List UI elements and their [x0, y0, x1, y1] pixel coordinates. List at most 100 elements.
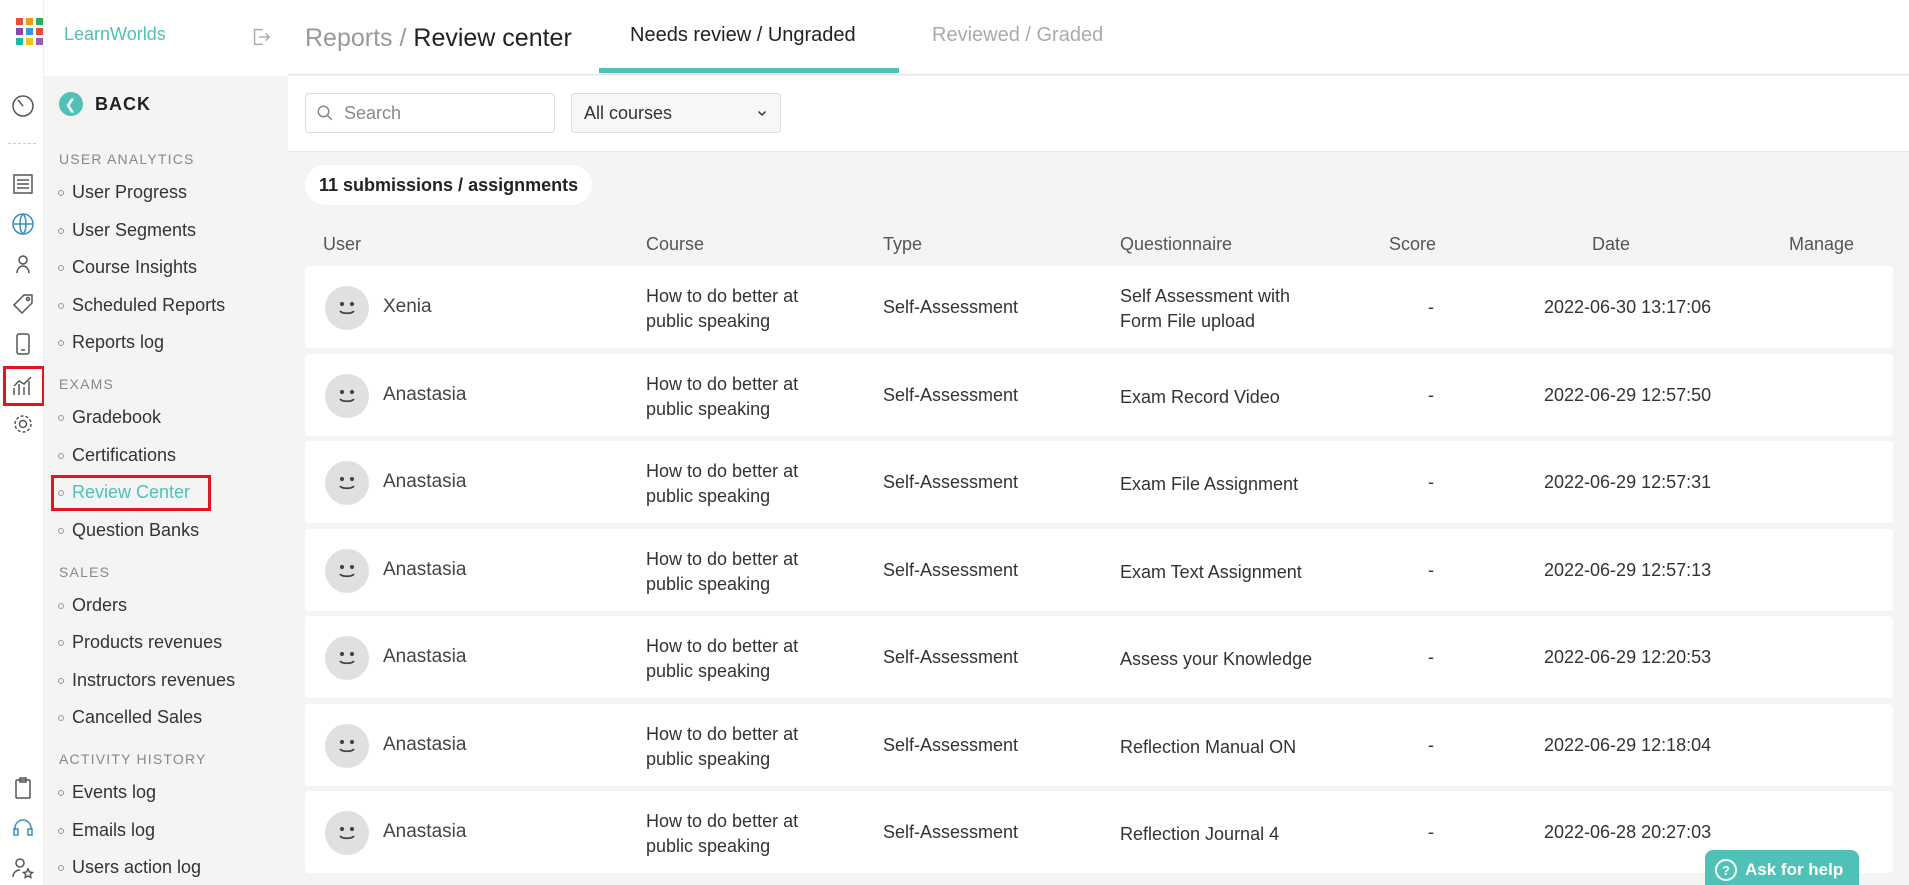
- section-user-analytics: USER ANALYTICS: [59, 151, 195, 167]
- chevron-down-icon: [757, 110, 767, 117]
- section-activity-history: ACTIVITY HISTORY: [59, 751, 207, 767]
- col-manage: Manage: [1789, 234, 1855, 254]
- bullet-icon: [58, 602, 64, 609]
- menu-item-label: Orders: [72, 595, 128, 615]
- questionnaire-name: Reflection Manual ON: [1120, 735, 1340, 760]
- menu-item-cancelled-sales[interactable]: Cancelled Sales: [58, 707, 202, 728]
- questionnaire-line-1: Reflection Journal 4: [1120, 824, 1280, 844]
- assessment-type: Self-Assessment: [883, 472, 1019, 492]
- table-row[interactable]: Anastasia How to do better at public speak…: [305, 354, 1893, 436]
- collapse-menu-icon[interactable]: [250, 26, 272, 53]
- search-box: [305, 93, 555, 133]
- clipboard-icon[interactable]: [11, 776, 35, 800]
- table-header: User Course Type Questionnaire Score Dat…: [305, 230, 1893, 260]
- page-title: Review center: [413, 24, 572, 52]
- table-row[interactable]: Anastasia How to do better at public speak…: [305, 529, 1893, 611]
- course-line-2: public speaking: [646, 574, 771, 594]
- assessment-type: Self-Assessment: [883, 297, 1019, 317]
- user-name[interactable]: Xenia: [383, 296, 432, 318]
- search-input[interactable]: [344, 102, 534, 124]
- table-row[interactable]: Anastasia How to do better at public speak…: [305, 616, 1893, 698]
- course-line-1: How to do better at: [646, 549, 799, 569]
- website-icon[interactable]: [11, 212, 35, 236]
- ask-for-help-button[interactable]: ? Ask for help: [1705, 850, 1859, 885]
- menu-item-instructors-revenues[interactable]: Instructors revenues: [58, 670, 235, 691]
- marketing-icon[interactable]: [11, 292, 35, 316]
- menu-item-events-log[interactable]: Events log: [58, 782, 156, 803]
- questionnaire-name: Assess your Knowledge: [1120, 647, 1340, 672]
- menu-item-label: Events log: [72, 782, 157, 802]
- questionnaire-name: Reflection Journal 4: [1120, 822, 1340, 847]
- breadcrumb-parent[interactable]: Reports /: [305, 24, 406, 52]
- menu-item-emails-log[interactable]: Emails log: [58, 820, 155, 841]
- course-line-1: How to do better at: [646, 724, 799, 744]
- table-row[interactable]: Anastasia How to do better at public speak…: [305, 791, 1893, 873]
- mobile-icon[interactable]: [11, 332, 35, 356]
- menu-item-orders[interactable]: Orders: [58, 595, 127, 616]
- questionnaire-line-1: Exam Text Assignment: [1120, 562, 1302, 582]
- user-name[interactable]: Anastasia: [383, 471, 466, 493]
- col-score: Score: [1389, 234, 1437, 254]
- col-type: Type: [883, 234, 923, 254]
- smiley-avatar-icon: [339, 651, 355, 665]
- table-row[interactable]: Anastasia How to do better at public speak…: [305, 704, 1893, 786]
- menu-item-users-action-log[interactable]: Users action log: [58, 857, 201, 878]
- menu-item-question-banks[interactable]: Question Banks: [58, 520, 199, 541]
- learnworlds-logo-icon[interactable]: [16, 18, 44, 46]
- menu-item-label: Products revenues: [72, 632, 223, 652]
- table-row[interactable]: Anastasia How to do better at public speak…: [305, 441, 1893, 523]
- menu-item-scheduled-reports[interactable]: Scheduled Reports: [58, 295, 225, 316]
- questionnaire-line-1: Exam Record Video: [1120, 387, 1280, 407]
- avatar: [325, 811, 369, 855]
- user-name[interactable]: Anastasia: [383, 646, 466, 668]
- bullet-icon: [58, 227, 64, 234]
- course-line-1: How to do better at: [646, 811, 799, 831]
- menu-item-label: Gradebook: [72, 407, 162, 427]
- course-line-2: public speaking: [646, 661, 771, 681]
- tab-needs-review[interactable]: Needs review / Ungraded: [630, 24, 856, 47]
- avatar: [325, 724, 369, 768]
- menu-item-course-insights[interactable]: Course Insights: [58, 257, 197, 278]
- table-row[interactable]: Xenia How to do better at public speaking S…: [305, 266, 1893, 348]
- settings-icon[interactable]: [11, 412, 35, 436]
- menu-item-user-progress[interactable]: User Progress: [58, 182, 187, 203]
- dashboard-icon[interactable]: [11, 94, 35, 118]
- users-icon[interactable]: [11, 252, 35, 276]
- support-icon[interactable]: [11, 816, 35, 840]
- bullet-icon: [58, 414, 64, 421]
- course-line-1: How to do better at: [646, 636, 799, 656]
- course-line-1: How to do better at: [646, 286, 799, 306]
- brand-name[interactable]: LearnWorlds: [64, 24, 166, 45]
- menu-item-certifications[interactable]: Certifications: [58, 445, 176, 466]
- back-button[interactable]: ❮ BACK: [59, 92, 151, 116]
- course-name: How to do better at public speaking: [646, 372, 798, 422]
- user-name[interactable]: Anastasia: [383, 384, 466, 406]
- back-label: BACK: [95, 93, 151, 114]
- tab-reviewed[interactable]: Reviewed / Graded: [932, 24, 1103, 47]
- menu-item-label: Scheduled Reports: [72, 295, 226, 315]
- course-select-value: All courses: [584, 102, 673, 123]
- review-center-highlight: [51, 475, 211, 511]
- user-name[interactable]: Anastasia: [383, 559, 466, 581]
- users-star-icon[interactable]: [11, 856, 35, 880]
- bullet-icon: [58, 714, 64, 721]
- user-name[interactable]: Anastasia: [383, 734, 466, 756]
- assessment-type: Self-Assessment: [883, 735, 1019, 755]
- user-name[interactable]: Anastasia: [383, 821, 466, 843]
- course-line-1: How to do better at: [646, 461, 799, 481]
- menu-item-label: Course Insights: [72, 257, 198, 277]
- submission-date: 2022-06-30 13:17:06: [1544, 297, 1712, 317]
- bullet-icon: [58, 827, 64, 834]
- course-select[interactable]: All courses: [571, 93, 781, 133]
- bullet-icon: [58, 639, 64, 646]
- menu-item-gradebook[interactable]: Gradebook: [58, 407, 161, 428]
- score-value: -: [1428, 472, 1434, 492]
- menu-item-label: Cancelled Sales: [72, 707, 203, 727]
- pages-icon[interactable]: [11, 172, 35, 196]
- menu-item-label: Users action log: [72, 857, 202, 877]
- menu-item-products-revenues[interactable]: Products revenues: [58, 632, 222, 653]
- bullet-icon: [58, 452, 64, 459]
- bullet-icon: [58, 864, 64, 871]
- menu-item-user-segments[interactable]: User Segments: [58, 220, 196, 241]
- menu-item-reports-log[interactable]: Reports log: [58, 332, 164, 353]
